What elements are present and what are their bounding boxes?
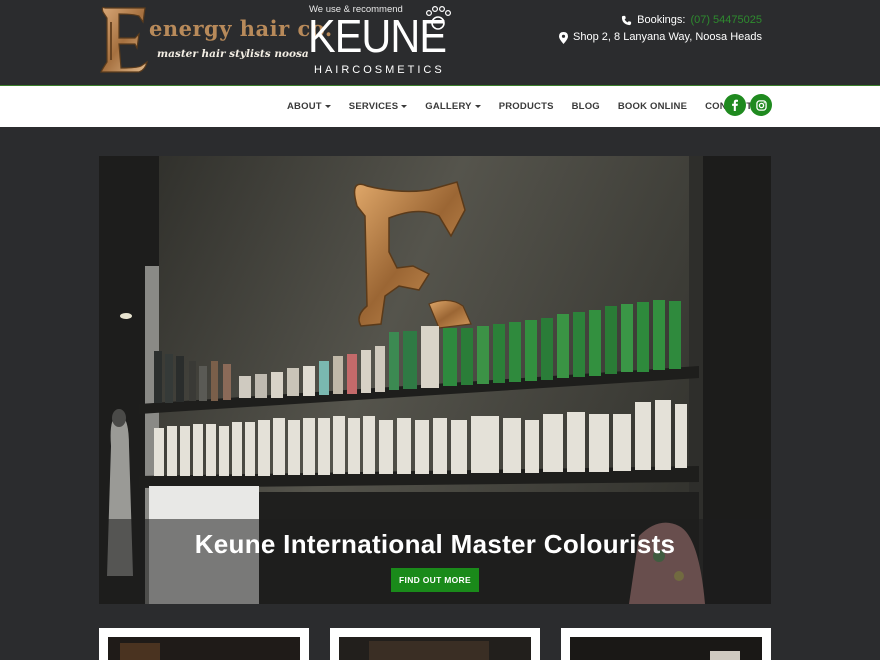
- logo-tagline: master hair stylists noosa: [157, 48, 309, 60]
- hero-slider[interactable]: Keune International Master Colourists FI…: [99, 156, 771, 604]
- facebook-icon: [732, 99, 738, 111]
- nav-item-label: ABOUT: [287, 101, 322, 112]
- keune-logo[interactable]: We use & recommend KEUNE HAIRCOSMETICS: [308, 3, 458, 78]
- map-pin-icon: [559, 31, 569, 44]
- instagram-icon: [755, 99, 767, 111]
- keune-crown-icon: [425, 5, 452, 30]
- instagram-button[interactable]: [750, 94, 772, 116]
- nav-item-products[interactable]: PRODUCTS: [499, 101, 554, 112]
- card-photo: [570, 637, 762, 660]
- caret-down-icon: [324, 105, 331, 108]
- nav-item-gallery[interactable]: GALLERY: [425, 101, 481, 112]
- address-text: Shop 2, 8 Lanyana Way, Noosa Heads: [573, 31, 762, 43]
- nav-item-label: BOOK ONLINE: [617, 101, 688, 112]
- bookings-label: Bookings:: [637, 14, 686, 26]
- nav-item-label: GALLERY: [425, 101, 472, 112]
- logo-brand-text: energy hair co.: [149, 16, 333, 41]
- feature-card[interactable]: [330, 628, 540, 660]
- nav-item-book-online[interactable]: BOOK ONLINE: [618, 101, 687, 112]
- nav-item-services[interactable]: SERVICES: [348, 101, 408, 112]
- bookings-row: Bookings: (07) 54475025: [559, 12, 762, 29]
- nav-item-label: SERVICES: [348, 101, 399, 112]
- address-row: Shop 2, 8 Lanyana Way, Noosa Heads: [559, 29, 762, 46]
- card-image: [570, 637, 762, 660]
- keune-subtitle: HAIRCOSMETICS: [314, 64, 445, 76]
- card-image: [339, 637, 531, 660]
- header-contact: Bookings: (07) 54475025 Shop 2, 8 Lanyan…: [559, 12, 762, 46]
- nav-menu: ABOUT SERVICES GALLERY PRODUCTS BLOG BOO…: [287, 86, 770, 127]
- feature-card[interactable]: [561, 628, 771, 660]
- feature-card[interactable]: [99, 628, 309, 660]
- find-out-more-button[interactable]: FIND OUT MORE: [391, 568, 479, 592]
- logo-e-monogram: [100, 6, 148, 73]
- nav-item-blog[interactable]: BLOG: [572, 101, 600, 112]
- nav-item-label: PRODUCTS: [498, 101, 554, 112]
- nav-item-about[interactable]: ABOUT: [287, 101, 331, 112]
- phone-icon: [622, 15, 632, 26]
- bookings-phone-link[interactable]: (07) 54475025: [690, 12, 762, 29]
- card-photo: [108, 637, 300, 660]
- hero-title: Keune International Master Colourists: [194, 529, 676, 559]
- caret-down-icon: [401, 105, 408, 108]
- main-navigation: ABOUT SERVICES GALLERY PRODUCTS BLOG BOO…: [0, 85, 880, 127]
- card-image: [108, 637, 300, 660]
- facebook-button[interactable]: [724, 94, 746, 116]
- card-photo: [339, 637, 531, 660]
- nav-item-label: BLOG: [571, 101, 600, 112]
- energy-hair-logo[interactable]: energy hair co. master hair stylists noo…: [99, 4, 332, 76]
- caret-down-icon: [474, 105, 481, 108]
- site-header: energy hair co. master hair stylists noo…: [0, 0, 880, 85]
